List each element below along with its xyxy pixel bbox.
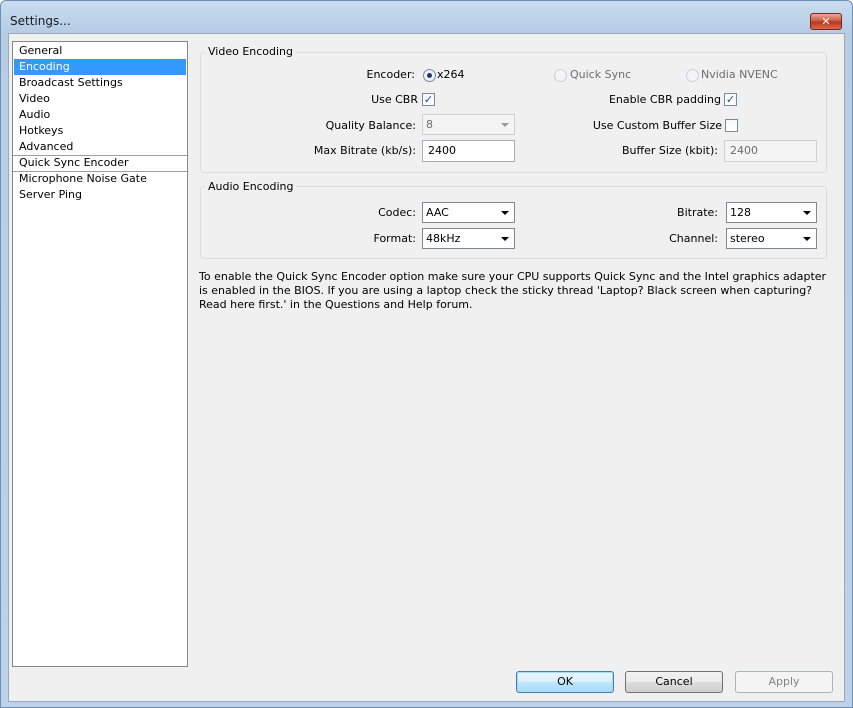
- bitrate-label: Bitrate:: [677, 206, 718, 219]
- sidebar-item-quick-sync-encoder[interactable]: Quick Sync Encoder: [14, 155, 186, 171]
- sidebar-item-encoding[interactable]: Encoding: [14, 59, 186, 75]
- encoder-nvenc-label[interactable]: Nvidia NVENC: [701, 68, 778, 82]
- chevron-down-icon: [501, 211, 509, 215]
- chevron-down-icon: [803, 211, 811, 215]
- bitrate-value: 128: [730, 206, 751, 219]
- sidebar-item-general[interactable]: General: [14, 43, 186, 59]
- format-label: Format:: [373, 232, 416, 245]
- sidebar-item-hotkeys[interactable]: Hotkeys: [14, 123, 186, 139]
- bitrate-dropdown[interactable]: 128: [726, 202, 817, 223]
- quality-balance-dropdown[interactable]: 8: [422, 114, 515, 135]
- quality-balance-value: 8: [426, 118, 433, 131]
- custom-buffer-checkbox[interactable]: [725, 119, 738, 132]
- format-dropdown[interactable]: 48kHz: [422, 228, 515, 249]
- cbr-padding-checkbox[interactable]: ✓: [724, 93, 737, 106]
- apply-button[interactable]: Apply: [735, 671, 833, 693]
- video-encoding-title: Video Encoding: [205, 45, 297, 58]
- channel-label: Channel:: [669, 232, 718, 245]
- encoder-x264-label[interactable]: x264: [437, 68, 465, 82]
- max-bitrate-label: Max Bitrate (kb/s):: [313, 144, 416, 157]
- close-button[interactable]: ✕: [810, 13, 842, 30]
- encoder-quick-sync-label[interactable]: Quick Sync: [570, 68, 631, 82]
- settings-window: Settings... ✕ General Encoding Broadcast…: [0, 0, 853, 708]
- sidebar-item-microphone-noise-gate[interactable]: Microphone Noise Gate: [14, 171, 186, 187]
- title-bar[interactable]: Settings... ✕: [1, 1, 852, 33]
- use-cbr-label: Use CBR: [371, 93, 418, 106]
- ok-button[interactable]: OK: [516, 671, 614, 693]
- encoder-label: Encoder:: [366, 68, 416, 81]
- encoder-quick-sync-radio[interactable]: [554, 69, 567, 82]
- chevron-down-icon: [803, 237, 811, 241]
- use-cbr-checkbox[interactable]: ✓: [422, 93, 435, 106]
- buffer-size-label: Buffer Size (kbit):: [622, 144, 718, 157]
- sidebar-item-broadcast-settings[interactable]: Broadcast Settings: [14, 75, 186, 91]
- codec-dropdown[interactable]: AAC: [422, 202, 515, 223]
- chevron-down-icon: [501, 123, 509, 127]
- settings-category-list: General Encoding Broadcast Settings Vide…: [12, 41, 188, 667]
- buffer-size-input[interactable]: 2400: [724, 140, 817, 162]
- sidebar-item-server-ping[interactable]: Server Ping: [14, 187, 186, 203]
- close-icon: ✕: [821, 15, 831, 28]
- max-bitrate-input[interactable]: 2400: [422, 140, 515, 162]
- chevron-down-icon: [501, 237, 509, 241]
- client-area: General Encoding Broadcast Settings Vide…: [8, 33, 845, 702]
- channel-value: stereo: [730, 232, 765, 245]
- encoder-nvenc-radio[interactable]: [686, 69, 699, 82]
- quick-sync-info-text: To enable the Quick Sync Encoder option …: [199, 270, 827, 311]
- audio-encoding-title: Audio Encoding: [205, 180, 297, 193]
- sidebar-item-video[interactable]: Video: [14, 91, 186, 107]
- custom-buffer-label: Use Custom Buffer Size: [592, 119, 722, 132]
- cancel-button[interactable]: Cancel: [625, 671, 723, 693]
- sidebar-item-advanced[interactable]: Advanced: [14, 139, 186, 155]
- codec-label: Codec:: [378, 206, 416, 219]
- codec-value: AAC: [426, 206, 449, 219]
- sidebar-item-audio[interactable]: Audio: [14, 107, 186, 123]
- quality-balance-label: Quality Balance:: [325, 119, 416, 132]
- channel-dropdown[interactable]: stereo: [726, 228, 817, 249]
- format-value: 48kHz: [426, 232, 461, 245]
- cbr-padding-label: Enable CBR padding: [608, 93, 721, 106]
- window-title: Settings...: [10, 14, 71, 28]
- encoder-x264-radio[interactable]: [423, 69, 436, 82]
